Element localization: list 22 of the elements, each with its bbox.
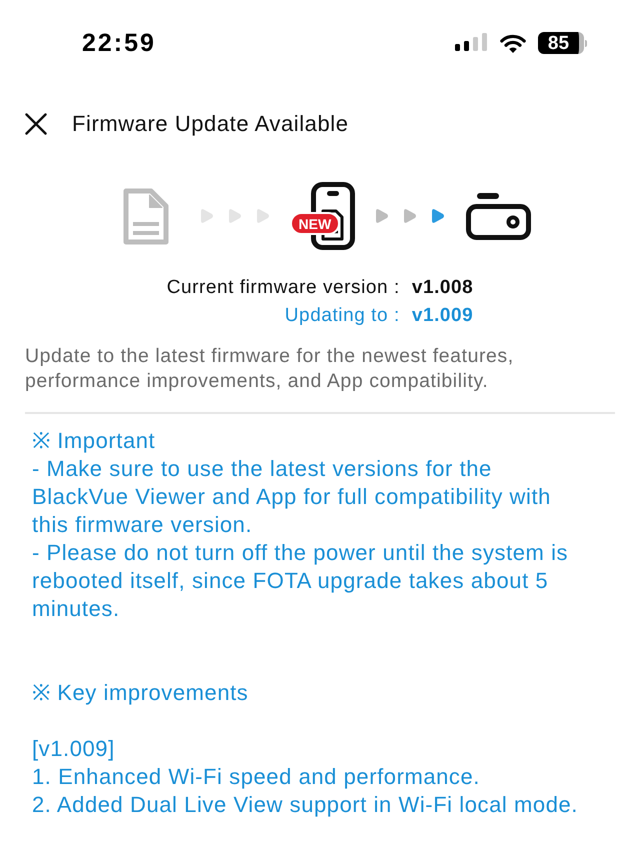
description-text: Update to the latest firmware for the newest features, performance improvements, and App compatibility. bbox=[25, 344, 515, 394]
header-title: Firmware Update Available bbox=[72, 113, 348, 135]
battery-percentage: 85 bbox=[538, 32, 584, 54]
document-icon bbox=[122, 188, 168, 244]
note-text: 1. Enhanced Wi-Fi speed and performance. bbox=[32, 763, 481, 791]
status-time: 22:59 bbox=[82, 30, 156, 56]
version-value: v1.009 bbox=[412, 304, 474, 328]
close-icon bbox=[25, 113, 47, 135]
version-heading: [v1.009] bbox=[32, 735, 116, 763]
wifi-icon bbox=[500, 34, 526, 52]
version-label: Current firmware version : bbox=[166, 276, 400, 300]
note-text: 2. Added Dual Live View support in Wi-Fi local mode. bbox=[32, 791, 579, 819]
section-heading: ※ Important bbox=[32, 427, 156, 455]
version-label: Updating to : bbox=[284, 304, 400, 328]
new-badge: NEW bbox=[290, 212, 340, 235]
camera-icon bbox=[466, 192, 530, 240]
note-text: - Please do not turn off the power until the system is rebooted itself, since FOTA upgrade takes about 5 minutes. bbox=[32, 539, 570, 623]
close-button[interactable] bbox=[25, 113, 47, 135]
version-value: v1.008 bbox=[412, 276, 474, 300]
signal-icon bbox=[455, 33, 488, 51]
note-text: - Make sure to use the latest versions for the BlackVue Viewer and App for full compatibility with this firmware version. bbox=[32, 455, 552, 539]
section-heading: ※ Key improvements bbox=[32, 679, 250, 707]
